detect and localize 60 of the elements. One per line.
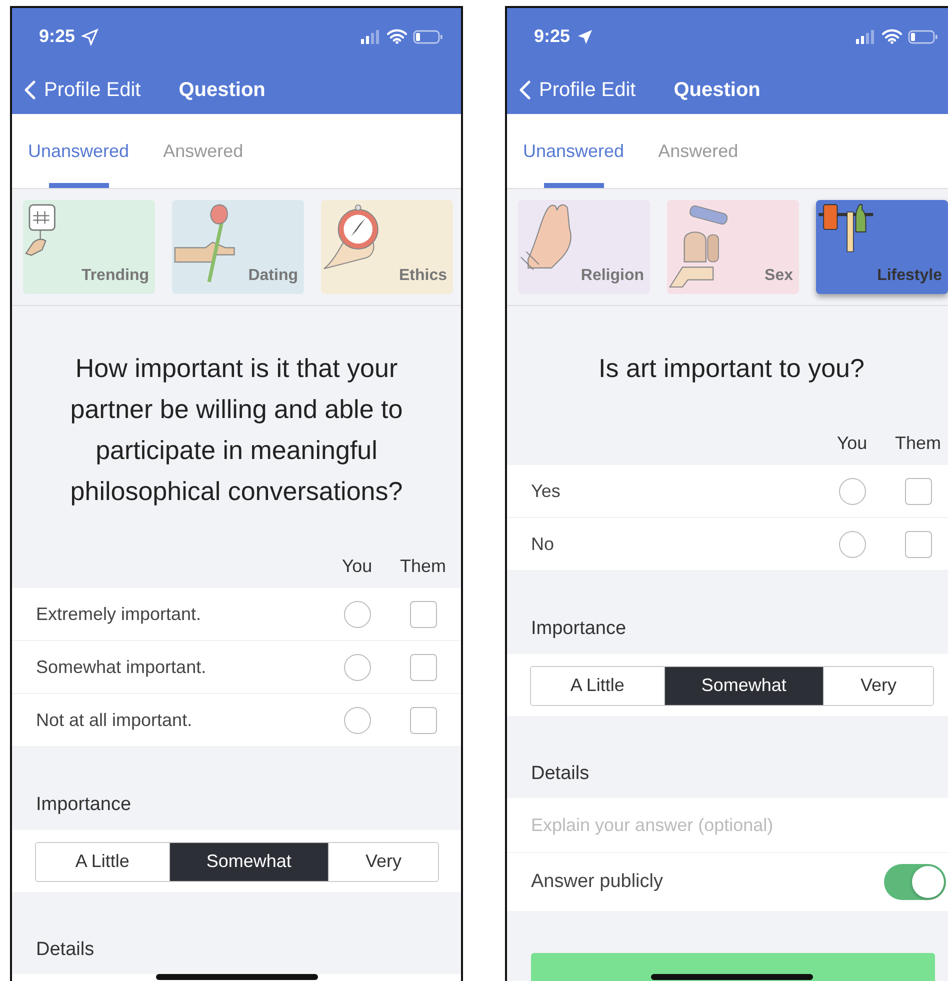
answer-option: No xyxy=(507,530,819,558)
toggle-label: Answer publicly xyxy=(531,870,663,894)
radio-button[interactable] xyxy=(344,706,370,734)
barbell-illustration-drawing xyxy=(818,204,874,252)
column-header: Them xyxy=(894,432,942,455)
toggle-switch[interactable] xyxy=(884,864,946,900)
segment-option[interactable]: Somewhat xyxy=(168,842,328,880)
radio-button[interactable] xyxy=(838,478,866,504)
answer-option: Not at all important. xyxy=(12,706,324,734)
battery-icon xyxy=(908,30,938,44)
question-text: How important is it that your partner be willing and able to participate in meaningful philosophical conversations? xyxy=(69,352,404,508)
wifi-icon xyxy=(882,29,902,44)
signal-icon xyxy=(856,30,876,44)
section-label: Details xyxy=(530,762,590,786)
location-icon xyxy=(81,28,100,46)
category-tile[interactable]: Lifestyle xyxy=(816,200,948,294)
battery-icon xyxy=(413,30,443,44)
screen-title: Question xyxy=(674,78,760,102)
category-tile[interactable]: Sex xyxy=(667,200,799,294)
details-input-field[interactable]: Explain your answer (optional) xyxy=(507,798,948,852)
column-header: You xyxy=(836,432,868,455)
answer-option: Extremely important. xyxy=(12,600,324,628)
section-label: Importance xyxy=(530,617,628,641)
answer-option: Yes xyxy=(507,478,819,504)
hands-illustration-drawing xyxy=(520,204,572,271)
section-label: Details xyxy=(35,938,96,962)
radio-button[interactable] xyxy=(838,530,866,558)
checkbox[interactable] xyxy=(410,654,436,680)
checkbox[interactable] xyxy=(904,478,932,504)
radio-button[interactable] xyxy=(344,654,370,680)
status-time: 9:25 xyxy=(534,25,570,48)
segment-option[interactable]: Very xyxy=(328,842,438,880)
category-tile[interactable]: Trending xyxy=(23,200,155,294)
category-tile[interactable]: Ethics xyxy=(321,200,453,294)
location-icon xyxy=(576,28,594,46)
signal-icon xyxy=(361,30,381,44)
back-chevron-icon xyxy=(519,80,531,100)
tab[interactable]: Answered xyxy=(163,114,244,188)
compass-illustration-drawing xyxy=(323,204,379,270)
back-button[interactable]: Profile Edit xyxy=(519,74,636,104)
category-tile[interactable]: Religion xyxy=(518,200,650,294)
checkbox[interactable] xyxy=(410,706,436,734)
back-chevron-icon xyxy=(24,80,36,100)
radio-button[interactable] xyxy=(344,600,370,628)
tab[interactable]: Answered xyxy=(658,114,738,188)
hashtag-illustration-drawing xyxy=(25,204,56,256)
status-time: 9:25 xyxy=(39,25,76,48)
column-header: Them xyxy=(398,555,447,578)
checkbox[interactable] xyxy=(904,530,932,558)
screen-title: Question xyxy=(178,78,266,102)
wifi-icon xyxy=(387,29,407,44)
section-label: Importance xyxy=(35,793,132,817)
category-tile[interactable]: Dating xyxy=(172,200,304,294)
checkbox[interactable] xyxy=(410,600,436,628)
segment-option[interactable]: Somewhat xyxy=(664,666,824,704)
back-button[interactable]: Profile Edit xyxy=(24,74,141,104)
answer-option: Somewhat important. xyxy=(12,654,324,680)
segment-option[interactable]: Very xyxy=(823,666,933,704)
column-header: You xyxy=(340,555,374,578)
question-text: Is art important to you? xyxy=(598,352,866,385)
